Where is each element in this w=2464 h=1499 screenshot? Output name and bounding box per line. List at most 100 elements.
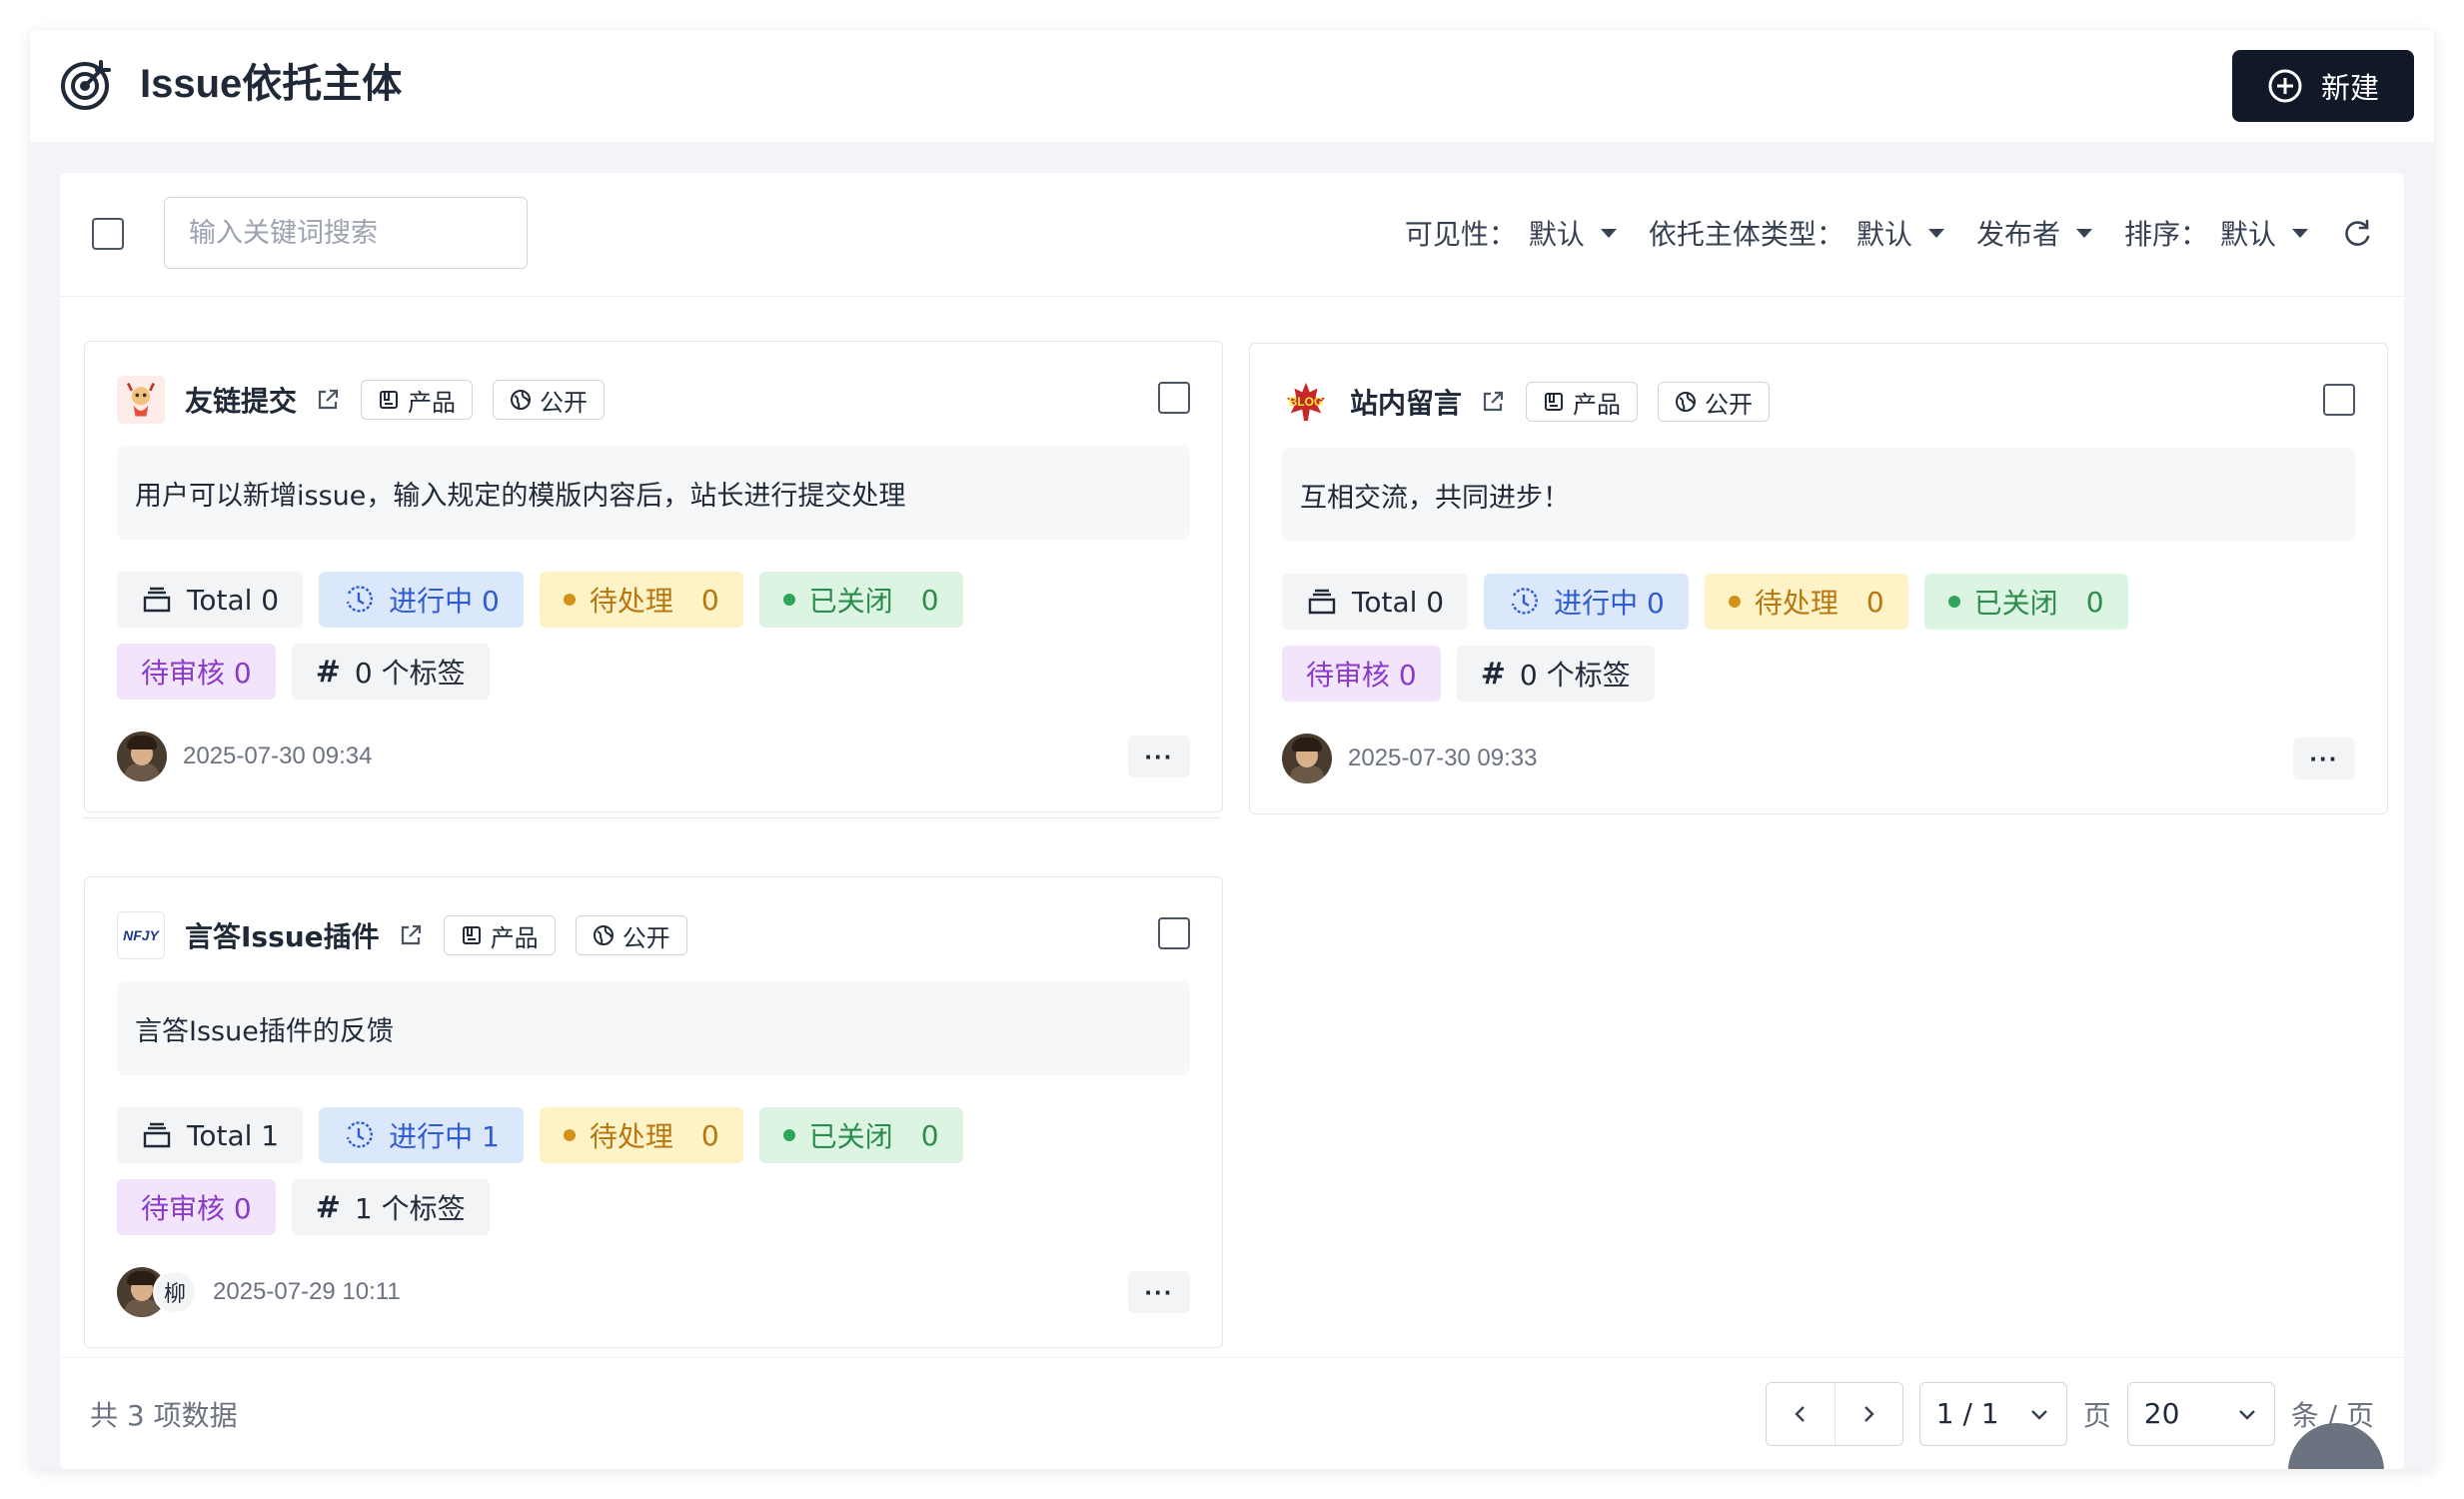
product-icon [1545,393,1564,411]
clock-icon [1511,588,1538,615]
refresh-icon[interactable] [2340,216,2374,250]
stat-closed-label: 已关闭 [808,1120,893,1153]
external-link-icon[interactable] [398,922,424,948]
type-label: 产品 [1573,390,1622,419]
caret-down-icon [1600,228,1617,238]
plus-circle-icon [2268,69,2302,103]
prev-page-button[interactable] [1766,1382,1835,1445]
page-select[interactable]: 1 / 1 [1918,1381,2067,1446]
chevron-down-icon [2238,1409,2255,1420]
closed-dot-icon [1947,596,1960,608]
inbox-icon [143,1122,171,1148]
avatar[interactable] [117,732,167,781]
stat-in-progress[interactable]: 进行中 0 [319,572,524,628]
target-icon [61,60,111,110]
pending-dot-icon [563,594,576,606]
stat-review-label: 待审核 0 [141,657,252,690]
stat-tags-label: 0 个标签 [354,657,466,690]
publisher-filter[interactable]: 发布者 [1976,213,2092,253]
filter-bar: 可见性： 默认 依托主体类型： 默认 发布者 排序： 默认 [1405,203,2374,263]
filter-label: 排序： [2123,218,2208,251]
pending-dot-icon [1728,596,1741,608]
card-checkbox[interactable] [2323,384,2355,416]
stat-review[interactable]: 待审核 0 [117,644,276,700]
stat-closed-label: 已关闭 [1973,587,2058,620]
subject-card[interactable]: BLOG 站内留言 产品 公开 互相交流，共同进步！ Total 0 进行中 0… [1249,343,2388,814]
card-date: 2025-07-29 10:11 [213,1278,401,1305]
stat-closed[interactable]: 已关闭 0 [758,1107,963,1163]
visibility-filter[interactable]: 可见性： 默认 [1405,213,1617,253]
stat-in-progress[interactable]: 进行中 1 [319,1107,524,1163]
sort-filter[interactable]: 排序： 默认 [2124,213,2308,253]
clock-icon [346,1121,373,1148]
pagination-bar: 共 3 项数据 1 / 1 页 20 条 / 页 [60,1357,2404,1469]
card-description: 互相交流，共同进步！ [1282,448,2355,542]
type-label: 产品 [490,923,539,952]
globe-icon [511,390,532,410]
stat-total-label: Total 0 [1352,585,1445,619]
stat-total[interactable]: Total 0 [1282,574,1469,630]
closed-dot-icon [782,1129,795,1141]
stat-review[interactable]: 待审核 0 [117,1179,276,1235]
next-page-button[interactable] [1834,1382,1902,1445]
subject-card[interactable]: 友链提交 产品 公开 用户可以新增issue，输入规定的模版内容后，站长进行提交… [84,341,1223,812]
new-button[interactable]: 新建 [2232,50,2414,122]
stat-tags[interactable]: # 0 个标签 [1456,646,1655,702]
stat-pending-label: 待处理 [589,1120,673,1153]
stat-in-progress[interactable]: 进行中 0 [1484,574,1689,630]
inbox-icon [143,587,171,613]
search-input[interactable] [164,197,528,269]
globe-icon [1676,392,1697,412]
card-logo: BLOG [1282,378,1330,426]
stat-pending[interactable]: 待处理 0 [1704,574,1908,630]
card-checkbox[interactable] [1158,382,1190,414]
hash-icon: # [1480,656,1506,692]
caret-down-icon [2075,228,2092,238]
stat-tags[interactable]: # 1 个标签 [291,1179,490,1235]
stat-tags[interactable]: # 0 个标签 [291,644,490,700]
visibility-label: 公开 [540,388,589,417]
stat-review-label: 待审核 0 [1306,659,1417,692]
pager: 1 / 1 页 20 条 / 页 [1765,1381,2374,1446]
avatar-initial[interactable]: 柳 [153,1270,197,1314]
stat-pending[interactable]: 待处理 0 [539,572,743,628]
subject-type-filter[interactable]: 依托主体类型： 默认 [1649,213,1944,253]
card-description: 用户可以新增issue，输入规定的模版内容后，站长进行提交处理 [117,446,1190,540]
more-button[interactable]: ··· [1128,1271,1190,1313]
card-title[interactable]: 友链提交 [185,380,297,420]
app-window: Issue依托主体 新建 可见性： 默认 依托主体类型： 默认 发布者 [30,30,2434,1469]
stat-total[interactable]: Total 0 [117,572,304,628]
logo-text: BLOG [1288,395,1324,409]
card-title[interactable]: 言答Issue插件 [185,915,380,955]
external-link-icon[interactable] [315,387,341,413]
stat-closed[interactable]: 已关闭 0 [758,572,963,628]
visibility-badge: 公开 [575,915,687,955]
stat-closed[interactable]: 已关闭 0 [1923,574,2128,630]
subject-card[interactable]: NFJY 言答Issue插件 产品 公开 言答Issue插件的反馈 Total … [84,876,1223,1348]
select-all-checkbox[interactable] [92,218,124,250]
stat-total[interactable]: Total 1 [117,1107,304,1163]
page-unit: 页 [2082,1398,2111,1432]
avatar[interactable] [1282,734,1332,783]
card-checkbox[interactable] [1158,917,1190,949]
filter-value: 默认 [1855,218,1912,251]
more-button[interactable]: ··· [2293,738,2355,779]
chevron-down-icon [2030,1409,2047,1420]
external-link-icon[interactable] [1480,389,1506,415]
clock-icon [346,586,373,613]
card-title[interactable]: 站内留言 [1350,382,1462,422]
page-size-select[interactable]: 20 [2126,1381,2275,1446]
globe-icon [593,925,614,945]
more-button[interactable]: ··· [1128,736,1190,777]
type-badge: 产品 [361,380,474,420]
card-stats: Total 1 进行中 1 待处理 0 已关闭 0 待审核 0 # 1 个标签 [117,1107,1136,1235]
dragon-icon [126,382,156,417]
stat-in-progress-label: 进行中 0 [389,585,500,618]
stat-pending[interactable]: 待处理 0 [539,1107,743,1163]
stat-in-progress-label: 进行中 1 [389,1120,500,1153]
filter-label: 依托主体类型： [1648,218,1845,251]
visibility-badge: 公开 [493,380,606,420]
stat-pending-label: 待处理 [1754,587,1839,620]
hash-icon: # [315,654,341,690]
stat-review[interactable]: 待审核 0 [1282,646,1441,702]
